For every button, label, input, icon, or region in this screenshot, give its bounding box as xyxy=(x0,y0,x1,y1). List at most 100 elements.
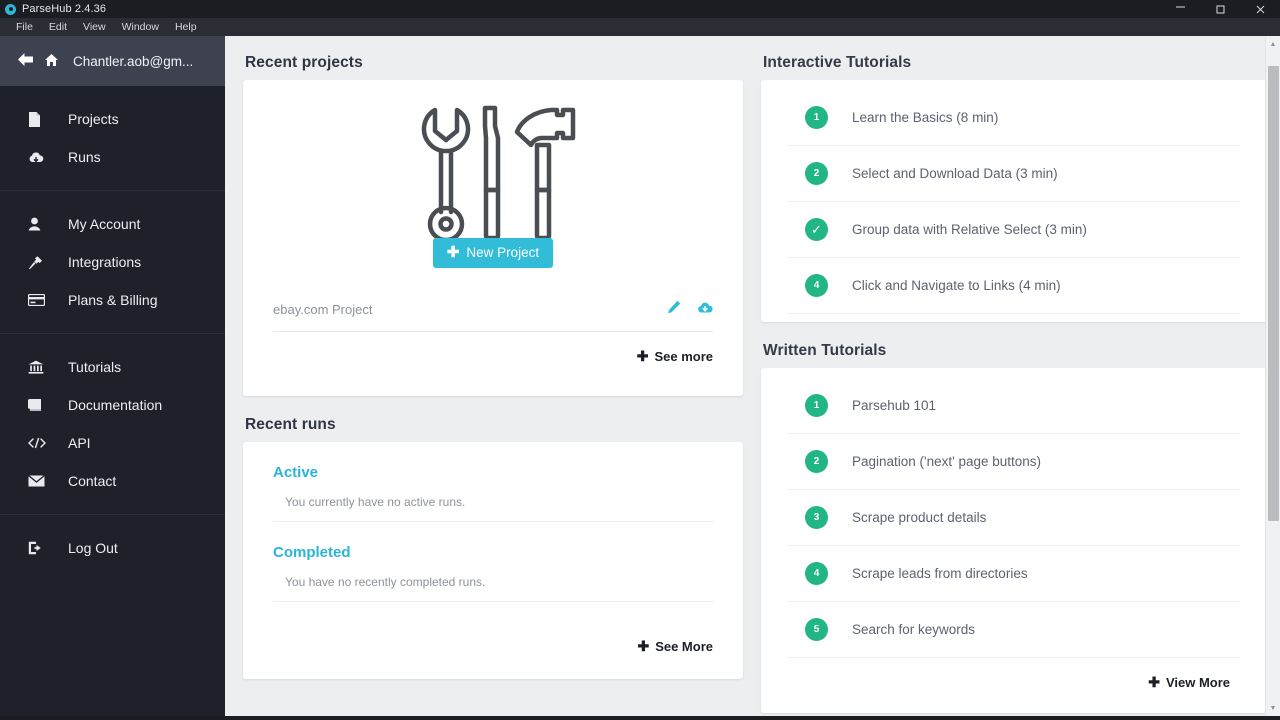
pencil-icon[interactable] xyxy=(667,300,681,319)
envelope-icon xyxy=(28,475,54,487)
tools-wrench-screwdriver-hammer-icon xyxy=(243,104,743,244)
runs-see-more-row: ✚ See More xyxy=(273,638,713,655)
sidebar-item-plans-billing[interactable]: Plans & Billing xyxy=(0,281,225,319)
recent-projects-card: ✚ New Project ebay.com Project ✚ See mor… xyxy=(243,80,743,396)
menu-item-file[interactable]: File xyxy=(8,18,41,36)
sidebar-item-runs[interactable]: Runs xyxy=(0,138,225,176)
status-badge: 4 xyxy=(805,274,828,297)
menu-bar: File Edit View Window Help xyxy=(0,18,1280,36)
sidebar-item-api[interactable]: API xyxy=(0,424,225,462)
tutorial-label: Group data with Relative Select (3 min) xyxy=(852,222,1087,237)
list-item[interactable]: 4 Click and Navigate to Links (4 min) xyxy=(787,258,1240,314)
list-item[interactable]: ebay.com Project xyxy=(273,294,713,332)
tutorial-label: Search for keywords xyxy=(852,622,976,637)
list-item[interactable]: 1 Parsehub 101 xyxy=(787,378,1240,434)
title-bar: ParseHub 2.4.36 xyxy=(0,0,1280,18)
cloud-download-icon[interactable] xyxy=(697,301,713,319)
bank-icon xyxy=(28,360,54,374)
sidebar-account-header[interactable]: Chantler.aob@gm... xyxy=(0,36,225,86)
scroll-down-arrow-icon[interactable]: ▼ xyxy=(1266,700,1280,716)
vertical-scrollbar[interactable]: ▲ ▼ xyxy=(1265,36,1280,716)
book-icon xyxy=(28,398,54,412)
list-item[interactable]: 2 Select and Download Data (3 min) xyxy=(787,146,1240,202)
status-badge-completed: ✓ xyxy=(805,218,828,241)
sidebar-group-main: Projects Runs xyxy=(0,86,225,190)
written-tutorials-title: Written Tutorials xyxy=(763,342,887,359)
close-icon[interactable] xyxy=(1240,0,1280,18)
see-more-label: See more xyxy=(654,349,713,364)
plus-icon: ✚ xyxy=(636,348,649,364)
runs-completed-empty-text: You have no recently completed runs. xyxy=(273,575,713,602)
maximize-icon[interactable] xyxy=(1200,0,1240,18)
sidebar-item-label: Log Out xyxy=(68,540,118,556)
status-badge: 5 xyxy=(805,618,828,641)
parsehub-app-window: ParseHub 2.4.36 File Edit View Window He… xyxy=(0,0,1280,720)
project-actions xyxy=(667,300,713,319)
status-badge: 4 xyxy=(805,562,828,585)
list-item[interactable]: 4 Scrape leads from directories xyxy=(787,546,1240,602)
window-bottom-edge xyxy=(0,716,1280,720)
plus-icon: ✚ xyxy=(446,244,460,261)
sidebar-item-projects[interactable]: Projects xyxy=(0,100,225,138)
sidebar-item-label: Projects xyxy=(68,111,119,127)
new-project-button[interactable]: ✚ New Project xyxy=(432,238,554,268)
main-content: Recent projects ✚ New Project ebay.com P… xyxy=(225,36,1280,716)
sidebar-group-account: My Account Integrations Plans & Billing xyxy=(0,190,225,333)
document-icon xyxy=(28,111,54,127)
recent-runs-card: Active You currently have no active runs… xyxy=(243,442,743,679)
status-badge: 1 xyxy=(805,106,828,129)
menu-item-view[interactable]: View xyxy=(75,18,114,36)
list-item[interactable]: 5 Search for keywords xyxy=(787,602,1240,658)
tutorial-label: Pagination ('next' page buttons) xyxy=(852,454,1042,469)
sidebar-item-contact[interactable]: Contact xyxy=(0,462,225,500)
sidebar-item-documentation[interactable]: Documentation xyxy=(0,386,225,424)
sidebar-item-label: Contact xyxy=(68,473,117,489)
menu-item-edit[interactable]: Edit xyxy=(41,18,75,36)
written-tutorials-card: 1 Parsehub 101 2 Pagination ('next' page… xyxy=(761,368,1266,713)
sidebar-item-label: Plans & Billing xyxy=(68,292,158,308)
status-badge: 1 xyxy=(805,394,828,417)
runs-active-empty-text: You currently have no active runs. xyxy=(273,495,713,522)
user-icon xyxy=(28,217,54,231)
written-view-more-row: ✚ View More xyxy=(787,658,1240,705)
plus-icon: ✚ xyxy=(637,638,650,654)
right-column: Interactive Tutorials 1 Learn the Basics… xyxy=(761,54,1266,716)
sidebar-group-session: Log Out xyxy=(0,514,225,581)
sidebar-item-label: My Account xyxy=(68,216,141,232)
scrollbar-track[interactable] xyxy=(1266,52,1280,700)
cloud-icon xyxy=(28,151,54,164)
tutorial-label: Select and Download Data (3 min) xyxy=(852,166,1058,181)
plus-icon: ✚ xyxy=(1148,674,1160,690)
home-icon[interactable] xyxy=(44,53,59,69)
view-more-button[interactable]: ✚ View More xyxy=(1148,674,1230,691)
see-more-projects-button[interactable]: ✚ See more xyxy=(637,348,713,365)
list-item[interactable]: 1 Learn the Basics (8 min) xyxy=(787,90,1240,146)
sidebar-item-log-out[interactable]: Log Out xyxy=(0,529,225,567)
minimize-icon[interactable] xyxy=(1160,0,1200,18)
credit-card-icon xyxy=(28,294,54,306)
list-item[interactable]: 3 Scrape product details xyxy=(787,490,1240,546)
interactive-tutorials-card: 1 Learn the Basics (8 min) 2 Select and … xyxy=(761,80,1266,322)
sidebar-item-my-account[interactable]: My Account xyxy=(0,205,225,243)
scroll-up-arrow-icon[interactable]: ▲ xyxy=(1266,36,1280,52)
sidebar-item-tutorials[interactable]: Tutorials xyxy=(0,348,225,386)
list-item[interactable]: ✓ Group data with Relative Select (3 min… xyxy=(787,202,1240,258)
see-more-runs-button[interactable]: ✚ See More xyxy=(637,638,713,655)
runs-completed-heading: Completed xyxy=(273,544,351,561)
status-badge: 2 xyxy=(805,450,828,473)
menu-item-window[interactable]: Window xyxy=(114,18,167,36)
recent-runs-title: Recent runs xyxy=(245,416,336,433)
tutorial-label: Scrape leads from directories xyxy=(852,566,1028,581)
scrollbar-thumb[interactable] xyxy=(1267,66,1279,521)
list-item[interactable]: 2 Pagination ('next' page buttons) xyxy=(787,434,1240,490)
account-email: Chantler.aob@gm... xyxy=(73,53,194,69)
plug-icon xyxy=(28,255,54,270)
sidebar-item-integrations[interactable]: Integrations xyxy=(0,243,225,281)
back-arrow-icon[interactable] xyxy=(16,52,35,71)
window-title: ParseHub 2.4.36 xyxy=(22,3,107,15)
app-body: Chantler.aob@gm... Projects Runs My Acco… xyxy=(0,36,1280,716)
menu-item-help[interactable]: Help xyxy=(167,18,205,36)
parsehub-logo-icon xyxy=(5,3,16,15)
